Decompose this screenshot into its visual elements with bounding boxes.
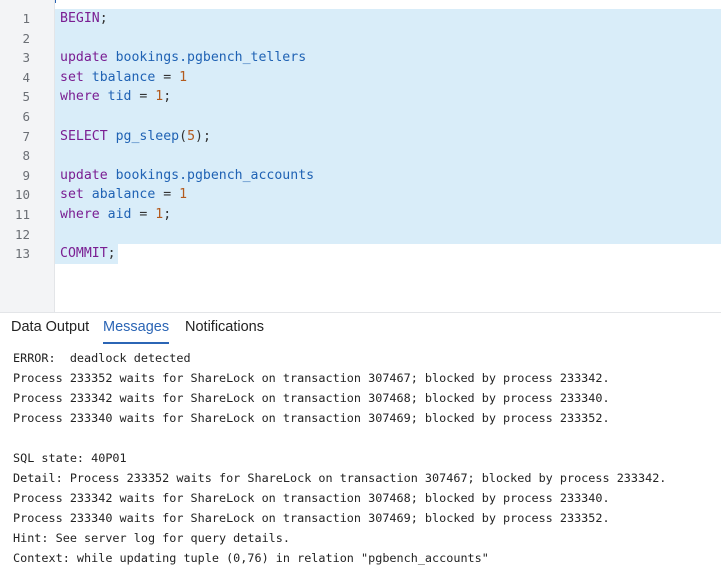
- message-line: Detail: Process 233352 waits for ShareLo…: [13, 471, 667, 485]
- code-token: update: [60, 167, 108, 183]
- message-line: Process 233352 waits for ShareLock on tr…: [13, 371, 610, 385]
- code-token: abalance: [83, 187, 164, 203]
- code-token: pg_sleep: [107, 128, 180, 144]
- line-number: 13: [14, 246, 30, 262]
- messages-panel: ERROR: deadlock detected Process 233352 w…: [0, 344, 721, 581]
- line-number: 3: [22, 50, 30, 66]
- code-line: where tid = 1;: [60, 87, 171, 107]
- code-line: COMMIT;: [60, 244, 116, 264]
- tab-messages[interactable]: Messages: [103, 313, 170, 344]
- message-line: Process 233340 waits for ShareLock on tr…: [13, 511, 610, 525]
- code-token: COMMIT: [60, 246, 108, 262]
- code-token: );: [195, 128, 211, 144]
- code-token: 5: [187, 128, 196, 144]
- code-token: tbalance: [83, 69, 164, 85]
- code-token: where: [60, 207, 100, 222]
- message-line: Process 233342 waits for ShareLock on tr…: [13, 391, 610, 405]
- code-token: tid: [99, 89, 140, 105]
- line-number: 4: [22, 69, 30, 85]
- code-line: where aid = 1;: [60, 205, 171, 225]
- code-token: =: [139, 207, 156, 222]
- line-number: 11: [14, 207, 30, 222]
- message-line: Hint: See server log for query details.: [13, 531, 290, 545]
- line-number: 6: [22, 109, 30, 124]
- code-token: set: [60, 69, 84, 85]
- sql-editor[interactable]: 1 2 3 4 5 6 7 8 9 10 11 12 13 BEGIN; update bookings.…: [0, 0, 721, 312]
- code-token: bookings.pgbench_accounts: [107, 167, 315, 183]
- code-token: 1: [179, 69, 188, 85]
- code-token: =: [163, 187, 180, 203]
- code-token: ;: [163, 207, 172, 222]
- code-line: update bookings.pgbench_accounts: [60, 166, 314, 186]
- line-number: 7: [22, 128, 30, 144]
- line-number: 2: [22, 30, 30, 46]
- line-number-gutter: 1 2 3 4 5 6 7 8 9 10 11 12 13: [0, 0, 55, 312]
- code-token: set: [60, 187, 84, 203]
- code-token: =: [139, 89, 156, 105]
- code-token: where: [60, 89, 100, 105]
- tab-data-output[interactable]: Data Output: [11, 313, 89, 344]
- line-number: 1: [22, 11, 30, 26]
- results-tab-bar: Data Output Messages Notifications: [0, 312, 721, 345]
- code-token: 1: [179, 187, 188, 203]
- line-number: 12: [14, 226, 30, 242]
- code-token: ;: [163, 89, 172, 105]
- code-token: (: [179, 128, 188, 144]
- message-line: Context: while updating tuple (0,76) in …: [13, 551, 489, 565]
- line-number: 9: [22, 167, 30, 183]
- code-token: ;: [99, 11, 108, 26]
- code-token: update: [60, 50, 108, 66]
- line-number: 8: [22, 148, 30, 164]
- line-number: 5: [22, 89, 30, 105]
- message-line: SQL state: 40P01: [13, 451, 127, 465]
- code-line: set abalance = 1: [60, 185, 187, 205]
- code-line: BEGIN;: [60, 9, 108, 29]
- message-line: ERROR: deadlock detected: [13, 351, 191, 365]
- code-token: =: [163, 69, 180, 85]
- code-token: bookings.pgbench_tellers: [107, 50, 307, 66]
- message-line: Process 233340 waits for ShareLock on tr…: [13, 411, 610, 425]
- code-token: aid: [99, 207, 140, 222]
- line-number: 10: [14, 187, 30, 203]
- message-line: Process 233342 waits for ShareLock on tr…: [13, 491, 610, 505]
- tab-notifications[interactable]: Notifications: [185, 313, 264, 344]
- code-token: SELECT: [60, 128, 108, 144]
- code-line: update bookings.pgbench_tellers: [60, 48, 306, 68]
- code-line: set tbalance = 1: [60, 68, 187, 88]
- code-line: SELECT pg_sleep(5);: [60, 127, 211, 147]
- code-token: BEGIN: [60, 11, 100, 26]
- code-token: ;: [107, 246, 116, 262]
